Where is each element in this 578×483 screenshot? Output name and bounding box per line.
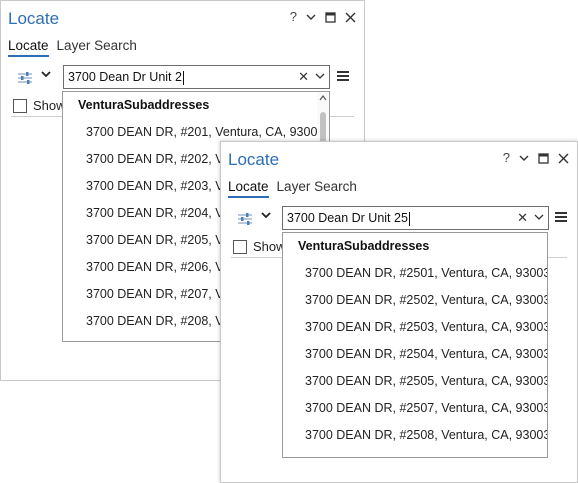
search-input[interactable]: 3700 Dean Dr Unit 25 ✕ — [282, 206, 549, 230]
tab-layer-search[interactable]: Layer Search — [277, 179, 357, 198]
show-label: Show — [33, 98, 66, 113]
scroll-up-icon[interactable] — [319, 94, 327, 104]
close-icon[interactable] — [558, 153, 569, 164]
show-checkbox[interactable] — [13, 98, 27, 113]
pane-menu-chevron-icon[interactable] — [306, 12, 316, 22]
suggestion-list: VenturaSubaddresses 3700 DEAN DR, #2501,… — [282, 232, 548, 458]
restore-icon[interactable] — [325, 11, 336, 23]
search-input-value: 3700 Dean Dr Unit 2 — [68, 70, 182, 84]
search-dropdown-icon[interactable] — [534, 207, 544, 235]
suggestion-item[interactable]: 3700 DEAN DR, #2505, Ventura, CA, 93003 — [305, 374, 547, 388]
locator-settings-icon[interactable] — [237, 211, 253, 227]
suggestion-item[interactable]: 3700 DEAN DR, #2507, Ventura, CA, 93003 — [305, 401, 547, 415]
help-icon[interactable]: ? — [290, 10, 297, 24]
tab-layer-search[interactable]: Layer Search — [57, 38, 137, 57]
close-icon[interactable] — [345, 12, 356, 23]
clear-icon[interactable]: ✕ — [517, 207, 528, 229]
suggestion-group-header: VenturaSubaddresses — [78, 98, 210, 112]
suggestion-item[interactable]: 3700 DEAN DR, #2503, Ventura, CA, 93003 — [305, 320, 547, 334]
chevron-down-icon[interactable] — [261, 210, 271, 223]
locator-settings-icon[interactable] — [17, 70, 33, 86]
pane-menu-chevron-icon[interactable] — [519, 153, 529, 163]
suggestion-item[interactable]: 3700 DEAN DR, #2502, Ventura, CA, 93003 — [305, 293, 547, 307]
suggestion-group-header: VenturaSubaddresses — [298, 239, 430, 253]
search-input-value: 3700 Dean Dr Unit 25 — [287, 211, 408, 225]
hamburger-menu-icon[interactable] — [336, 69, 350, 83]
clear-icon[interactable]: ✕ — [298, 66, 309, 88]
pane-title: Locate — [8, 9, 60, 28]
tab-locate[interactable]: Locate — [228, 179, 269, 198]
search-dropdown-icon[interactable] — [315, 66, 325, 94]
suggestion-item[interactable]: 3700 DEAN DR, #2501, Ventura, CA, 93003 — [305, 266, 547, 280]
pane-title: Locate — [228, 150, 280, 169]
chevron-down-icon[interactable] — [41, 69, 51, 82]
suggestion-item[interactable]: 3700 DEAN DR, #2508, Ventura, CA, 93003 — [305, 428, 547, 442]
tab-locate[interactable]: Locate — [8, 38, 49, 57]
show-checkbox[interactable] — [233, 239, 247, 254]
locate-pane-front: Locate ? Locate Layer Search 3700 Dean D… — [220, 141, 578, 483]
hamburger-menu-icon[interactable] — [554, 210, 568, 224]
restore-icon[interactable] — [538, 152, 549, 164]
suggestion-item[interactable]: 3700 DEAN DR, #201, Ventura, CA, 93003 — [86, 125, 324, 139]
search-input[interactable]: 3700 Dean Dr Unit 2 ✕ — [63, 65, 330, 89]
suggestion-item[interactable]: 3700 DEAN DR, #2504, Ventura, CA, 93003 — [305, 347, 547, 361]
help-icon[interactable]: ? — [503, 151, 510, 165]
show-label: Show — [253, 239, 286, 254]
